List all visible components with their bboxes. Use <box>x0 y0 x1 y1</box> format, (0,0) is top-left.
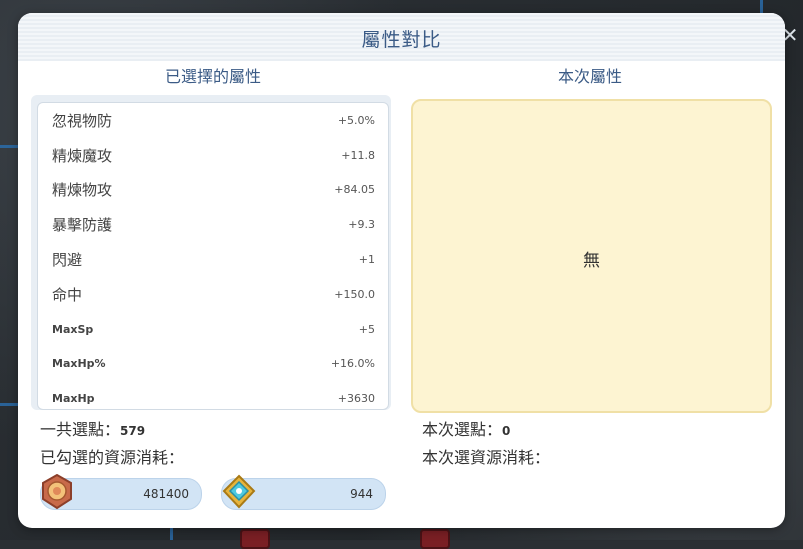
attribute-value: +1 <box>358 253 375 267</box>
attribute-value: +5.0% <box>337 113 375 127</box>
list-item: 忽視物防 +5.0% <box>38 103 388 138</box>
attribute-name: 精煉魔攻 <box>52 146 113 165</box>
list-item: MaxHp +3630 <box>38 381 388 409</box>
resource-amount: 944 <box>350 487 373 501</box>
current-points: 本次選點：0 <box>422 416 510 440</box>
empty-text: 無 <box>583 251 600 271</box>
attribute-name: 命中 <box>52 285 83 304</box>
attribute-name: 閃避 <box>52 251 83 270</box>
attribute-value: +150.0 <box>334 287 375 301</box>
attribute-name: MaxHp% <box>52 357 106 371</box>
attribute-value: +84.05 <box>334 183 375 197</box>
checked-cost-label: 已勾選的資源消耗： <box>40 448 185 467</box>
current-points-value: 0 <box>502 424 511 438</box>
attribute-compare-dialog: 屬性對比 已選擇的屬性 本次屬性 忽視物防 +5.0% 精煉魔攻 +11.8 精… <box>18 13 785 528</box>
dialog-title: 屬性對比 <box>361 29 442 51</box>
list-item: 命中 +150.0 <box>38 277 388 312</box>
attribute-name: 精煉物攻 <box>52 181 113 200</box>
attribute-value: +11.8 <box>341 148 375 162</box>
current-points-label: 本次選點： <box>422 420 503 439</box>
attribute-name: MaxHp <box>52 392 95 406</box>
current-cost-label: 本次選資源消耗： <box>422 448 551 467</box>
selected-attributes-header: 已選擇的屬性 <box>164 67 261 86</box>
backdrop-line <box>0 145 18 148</box>
backdrop-line <box>0 403 18 406</box>
attribute-value: +9.3 <box>348 218 375 232</box>
current-attributes-panel: 無 <box>411 99 772 413</box>
attribute-value: +16.0% <box>330 357 375 371</box>
current-attributes-header: 本次屬性 <box>557 67 622 86</box>
attribute-value: +3630 <box>337 392 375 406</box>
total-points-value: 579 <box>120 424 146 438</box>
selected-attributes-list[interactable]: 忽視物防 +5.0% 精煉魔攻 +11.8 精煉物攻 +84.05 暴擊防護 +… <box>37 102 389 410</box>
resource-amount: 481400 <box>143 487 189 501</box>
backdrop-line <box>170 528 173 540</box>
attribute-name: MaxSp <box>52 322 94 336</box>
list-item: 閃避 +1 <box>38 242 388 277</box>
total-points-label: 一共選點： <box>40 420 121 439</box>
list-item: 精煉物攻 +84.05 <box>38 173 388 208</box>
crystal-badge-icon <box>222 474 256 509</box>
attribute-value: +5 <box>358 322 375 336</box>
attribute-name: 暴擊防護 <box>52 216 113 235</box>
backdrop-gem <box>240 529 270 549</box>
list-item: 精煉魔攻 +11.8 <box>38 138 388 173</box>
backdrop-line <box>760 0 763 13</box>
total-points: 一共選點：579 <box>40 416 145 440</box>
medal-icon <box>42 474 72 510</box>
attribute-name: 忽視物防 <box>52 111 113 130</box>
list-item: 暴擊防護 +9.3 <box>38 207 388 242</box>
list-item: MaxSp +5 <box>38 312 388 347</box>
list-item: MaxHp% +16.0% <box>38 347 388 382</box>
backdrop-gem <box>420 529 450 549</box>
